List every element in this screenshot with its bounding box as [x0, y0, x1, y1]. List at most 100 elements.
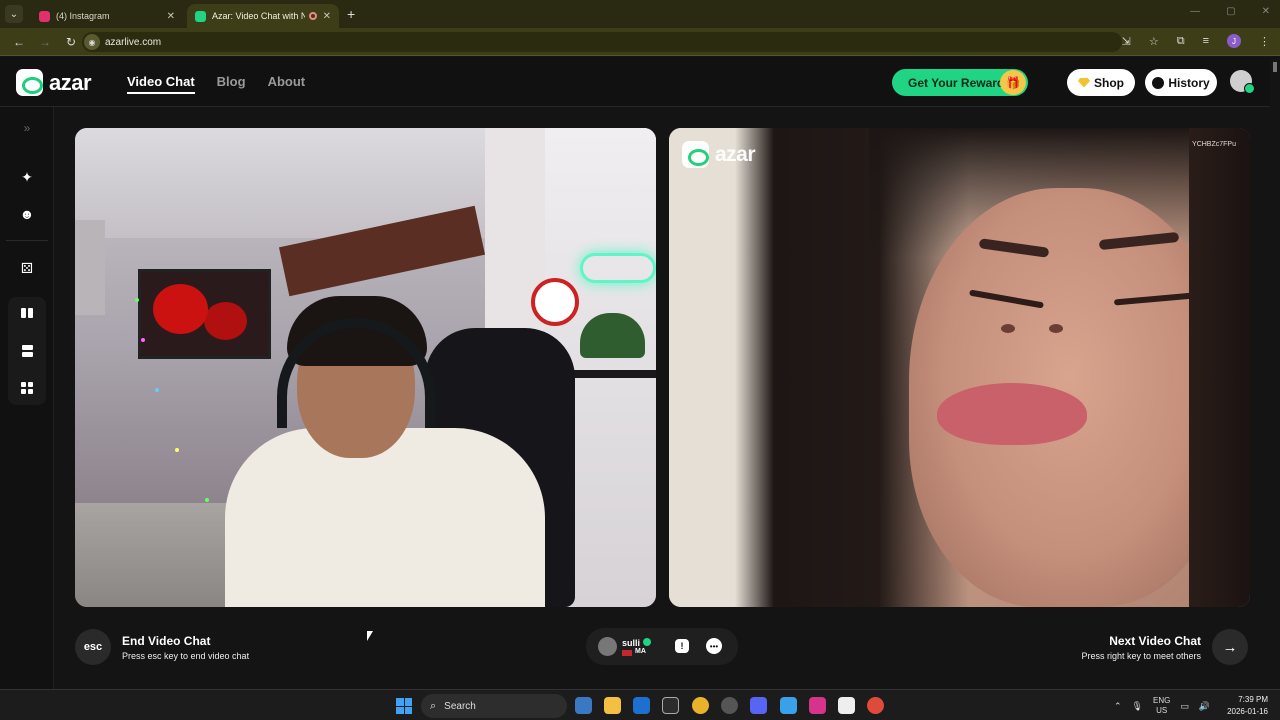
- video-background: [75, 220, 105, 315]
- video-background: [580, 253, 656, 283]
- history-button[interactable]: History: [1145, 69, 1217, 96]
- tab-instagram[interactable]: (4) Instagram ✕: [31, 4, 183, 28]
- reload-icon[interactable]: ↻: [64, 35, 78, 49]
- obs-icon[interactable]: [721, 697, 738, 714]
- tab-title: (4) Instagram: [56, 11, 110, 21]
- sidebar-divider: [6, 240, 48, 241]
- peer-country: MA: [635, 648, 646, 655]
- minimize-icon[interactable]: —: [1190, 6, 1200, 17]
- next-video-chat-button[interactable]: →: [1212, 629, 1248, 665]
- emoji-face-icon[interactable]: ☻: [17, 204, 37, 224]
- azar-logo-icon: [16, 69, 43, 96]
- remote-video-feed: azar YCHBZc7FPu: [669, 128, 1250, 607]
- mouse-cursor-icon: [367, 631, 373, 641]
- chrome-icon[interactable]: [692, 697, 709, 714]
- close-tab-icon[interactable]: ✕: [167, 11, 175, 22]
- clock-date: 2026-01-16: [1227, 707, 1268, 716]
- video-watermark-logo: azar: [682, 141, 756, 168]
- video-session-id: YCHBZc7FPu: [1192, 141, 1236, 148]
- volume-icon[interactable]: 🔊: [1199, 701, 1210, 712]
- media-control-icon[interactable]: ≡: [1203, 35, 1209, 47]
- tab-azar[interactable]: Azar: Video Chat with New ✕: [187, 4, 339, 28]
- install-app-icon[interactable]: ⇲: [1122, 35, 1131, 48]
- report-shield-icon[interactable]: !: [675, 639, 689, 653]
- site-header: azar Video Chat Blog About Get Your Rewa…: [0, 57, 1280, 107]
- peer-name: sulli: [622, 638, 641, 648]
- maximize-icon[interactable]: ▢: [1226, 6, 1235, 17]
- dice-icon[interactable]: ⚄: [17, 258, 37, 278]
- search-icon: ⌕: [430, 699, 437, 712]
- azar-logo-icon: [682, 141, 709, 168]
- microphone-icon[interactable]: 🎙: [1132, 701, 1143, 712]
- extensions-puzzle-icon[interactable]: ⧉: [1177, 35, 1185, 48]
- verified-badge-icon: [643, 638, 651, 646]
- discord-icon[interactable]: [750, 697, 767, 714]
- taskbar-search-box[interactable]: ⌕ Search: [421, 694, 567, 718]
- instagram-icon[interactable]: [809, 697, 826, 714]
- chat-bubble-icon[interactable]: •••: [706, 638, 722, 654]
- nav-blog[interactable]: Blog: [217, 74, 246, 94]
- end-video-chat-hint: Press esc key to end video chat: [122, 651, 250, 661]
- logo-text: azar: [49, 69, 92, 95]
- taskbar-clock[interactable]: 7:39 PM 2026-01-16: [1226, 694, 1268, 718]
- store-icon[interactable]: [662, 697, 679, 714]
- language-indicator[interactable]: ENG US: [1153, 696, 1170, 716]
- windows-start-icon[interactable]: [396, 698, 412, 714]
- end-video-chat-title: End Video Chat: [122, 634, 211, 648]
- network-icon[interactable]: ▭: [1180, 701, 1189, 712]
- shop-button[interactable]: Shop: [1067, 69, 1135, 96]
- rewards-label: Get Your Rewards!: [908, 75, 1015, 90]
- browser-menu-icon[interactable]: ⋮: [1259, 35, 1270, 48]
- next-video-chat-title: Next Video Chat: [1109, 634, 1201, 648]
- next-video-chat-hint: Press right key to meet others: [1081, 651, 1201, 661]
- instagram-favicon-icon: [39, 10, 50, 22]
- back-arrow-icon[interactable]: ←: [12, 35, 26, 49]
- chrome-profile-icon[interactable]: [867, 697, 884, 714]
- expand-chevrons-icon[interactable]: »: [17, 118, 37, 138]
- window-controls: — ▢ ✕: [1190, 6, 1270, 17]
- app-icon[interactable]: [780, 697, 797, 714]
- page-scrollbar[interactable]: [1270, 58, 1280, 689]
- bookmark-star-icon[interactable]: ☆: [1149, 35, 1159, 48]
- tray-chevron-icon[interactable]: ⌃: [1114, 701, 1122, 712]
- browser-toolbar: ← → ↻ ◉ azarlive.com ⇲ ☆ ⧉ ≡ J ⋮: [0, 28, 1280, 56]
- lang-primary: ENG: [1152, 696, 1171, 705]
- local-video-feed: [75, 128, 656, 607]
- user-avatar[interactable]: [1230, 70, 1255, 94]
- layout-side-by-side-icon[interactable]: [17, 303, 37, 323]
- azar-logo[interactable]: azar: [16, 69, 92, 96]
- end-video-chat-button[interactable]: esc: [75, 629, 111, 665]
- layout-grid-icon[interactable]: [17, 378, 37, 398]
- search-placeholder: Search: [444, 700, 476, 712]
- tab-title: Azar: Video Chat with New: [212, 11, 305, 21]
- watermark-text: azar: [715, 142, 756, 166]
- new-tab-plus-icon[interactable]: +: [347, 6, 355, 22]
- lang-secondary: US: [1156, 706, 1168, 715]
- file-explorer-icon[interactable]: [604, 697, 621, 714]
- toolbar-actions: ⇲ ☆ ⧉ ≡ J ⋮: [1122, 34, 1270, 48]
- widgets-icon[interactable]: [575, 697, 592, 714]
- peer-info-bar: sulli MA ! •••: [586, 628, 738, 665]
- nav-about[interactable]: About: [268, 74, 306, 94]
- get-rewards-button[interactable]: Get Your Rewards! 🎁: [892, 69, 1028, 96]
- capcut-icon[interactable]: [838, 697, 855, 714]
- address-bar[interactable]: ◉ azarlive.com: [82, 32, 1122, 52]
- system-tray: ⌃ 🎙 ENG US ▭ 🔊: [1114, 696, 1210, 716]
- main-nav: Video Chat Blog About: [127, 74, 305, 94]
- peer-avatar[interactable]: [598, 637, 617, 656]
- magic-wand-icon[interactable]: ✦: [17, 167, 37, 187]
- recording-indicator-icon: [308, 12, 317, 20]
- forward-arrow-icon[interactable]: →: [38, 35, 52, 49]
- video-person: [1049, 324, 1063, 333]
- video-background: [135, 298, 139, 302]
- close-window-icon[interactable]: ✕: [1262, 6, 1270, 17]
- country-flag-icon: [622, 650, 632, 656]
- outlook-icon[interactable]: [633, 697, 650, 714]
- close-tab-icon[interactable]: ✕: [323, 11, 331, 22]
- video-person: [1001, 324, 1015, 333]
- layout-stacked-icon[interactable]: [17, 341, 37, 361]
- nav-video-chat[interactable]: Video Chat: [127, 74, 195, 94]
- site-info-icon[interactable]: ◉: [84, 34, 100, 50]
- profile-avatar[interactable]: J: [1227, 34, 1241, 48]
- tab-search-chevron-icon[interactable]: ⌄: [5, 5, 23, 23]
